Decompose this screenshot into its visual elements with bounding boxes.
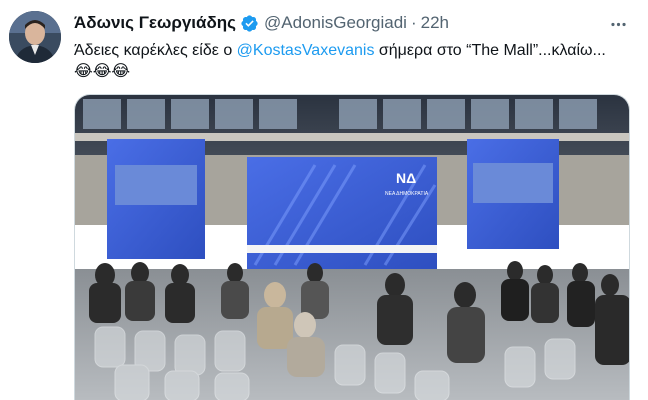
- avatar-image: [9, 11, 61, 63]
- mention-link[interactable]: @KostasVaxevanis: [237, 42, 375, 59]
- event-hall-photo: EN ΝΔ ΝΕΑ ΔΗΜΟΚΡΑΤΙΑ: [75, 95, 629, 400]
- stage-sign: ΝΔ: [396, 170, 416, 186]
- tweet-photo[interactable]: EN ΝΔ ΝΕΑ ΔΗΜΟΚΡΑΤΙΑ: [74, 94, 630, 400]
- avatar[interactable]: [9, 11, 61, 63]
- tweet-text-before: Άδειες καρέκλες είδε ο: [74, 42, 237, 59]
- tweet-text-after: σήμερα στο “The Mall”...κλαίω...: [374, 42, 606, 59]
- ellipsis-icon: [610, 22, 626, 26]
- verified-badge-icon: [240, 14, 259, 33]
- display-name[interactable]: Άδωνις Γεωργιάδης: [74, 13, 236, 33]
- more-options-button[interactable]: [606, 12, 630, 36]
- emoji-laughing: 😂😂😂: [74, 63, 131, 80]
- stage-sub: ΝΕΑ ΔΗΜΟΚΡΑΤΙΑ: [385, 191, 429, 197]
- tweet-header: Άδωνις Γεωργιάδης @AdonisGeorgiadi · 22h: [74, 12, 449, 34]
- handle[interactable]: @AdonisGeorgiadi: [264, 13, 407, 33]
- separator-dot: ·: [410, 13, 417, 32]
- tweet-text: Άδειες καρέκλες είδε ο @KostasVaxevanis …: [74, 40, 634, 82]
- timestamp[interactable]: 22h: [421, 13, 449, 33]
